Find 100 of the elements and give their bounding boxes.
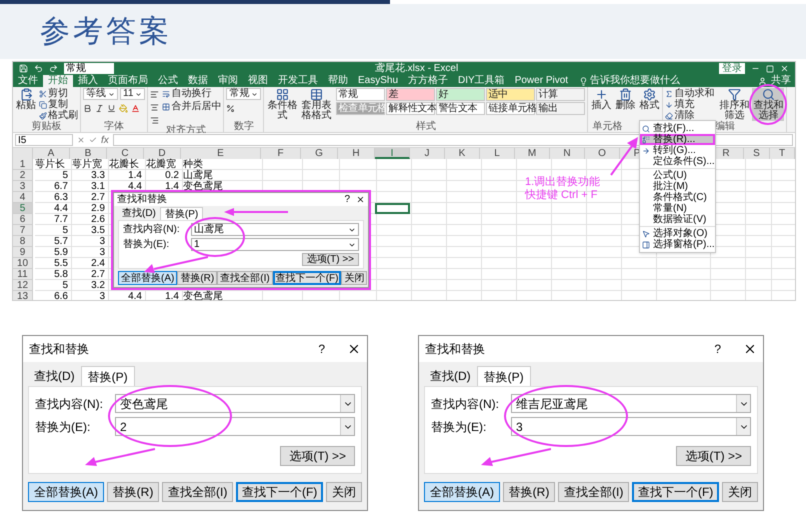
underline-icon[interactable] [107,104,116,113]
name-box[interactable]: I5 [15,134,73,146]
ribbon-tab[interactable]: 公式 [153,75,183,87]
dialog-button[interactable]: 替换(R) [177,271,218,285]
redo-icon[interactable] [49,64,58,73]
column-header[interactable]: J [410,148,445,159]
cell-style-swatch[interactable]: 计算 [536,88,586,101]
input-field[interactable]: 变色鸢尾 [115,394,355,413]
ribbon-button[interactable]: 自动求和 [665,88,714,99]
cell-style-swatch[interactable]: 适中 [486,88,536,101]
ribbon-tab[interactable]: 帮助 [323,75,353,87]
selected-cell[interactable] [375,203,410,214]
ribbon-tab[interactable]: 审阅 [213,75,243,87]
dropdown-button[interactable] [736,418,750,435]
bold-icon[interactable] [83,104,92,113]
ribbon-dropdown[interactable]: 等线 [83,88,118,100]
align-center-icon[interactable] [150,103,160,112]
dialog-button[interactable]: 全部替换(A) [424,482,500,502]
tell-me-field[interactable]: 告诉我你想要做什么 [590,75,758,87]
font-color-icon[interactable] [131,104,140,113]
ribbon-button[interactable]: 查找和选择 [752,88,784,121]
ribbon-button[interactable]: 粘贴 [15,88,37,111]
ribbon-dropdown[interactable]: 11 [120,88,146,100]
row-header[interactable]: 11 [13,269,33,280]
ribbon-tab[interactable]: Power Pivot [510,75,574,87]
column-header[interactable]: T [770,148,795,159]
dialog-button[interactable]: 关闭 [341,271,368,285]
cancel-icon[interactable] [77,136,85,144]
dialog-tab[interactable]: 查找(D) [28,366,81,386]
cell-style-swatch[interactable]: 常规 [336,88,386,101]
cell-style-swatch[interactable]: 链接单元格 [486,102,536,115]
percent-icon[interactable] [226,104,236,113]
help-button[interactable]: ? [318,342,325,356]
dialog-button[interactable]: 关闭 [722,482,758,502]
align-right-icon[interactable] [150,116,160,125]
column-header[interactable]: M [515,148,550,159]
cell-style-swatch[interactable]: 好 [436,88,486,101]
ribbon-tab[interactable]: 数据 [183,75,213,87]
row-header[interactable]: 3 [13,181,33,192]
row-header[interactable]: 9 [13,247,33,258]
dropdown-button[interactable] [340,418,354,435]
ribbon-button[interactable]: 格式 [638,88,660,111]
ribbon-tab[interactable]: EasyShu [353,75,404,87]
row-header[interactable]: 1 [13,159,33,170]
align-left-icon[interactable] [150,90,160,99]
share-button[interactable]: 共享 [767,75,795,87]
dialog-tab[interactable]: 替换(P) [476,366,531,386]
column-header[interactable]: K [445,148,480,159]
column-header[interactable]: C [107,148,144,159]
ribbon-button[interactable]: 删除 [614,88,636,111]
menu-item[interactable]: 查找(F)... [640,123,715,134]
row-header[interactable]: 2 [13,170,33,181]
column-header[interactable]: S [744,148,770,159]
ribbon-tab[interactable]: 方方格子 [403,75,454,87]
check-icon[interactable] [89,136,97,144]
row-header[interactable]: 4 [13,192,33,203]
column-header[interactable]: O [585,148,620,159]
input-field[interactable]: 维吉尼亚鸢尾 [511,394,751,413]
ribbon-tab[interactable]: DIY工具箱 [453,75,510,87]
ribbon-button[interactable]: 合并后居中 [162,101,222,112]
quick-dropdown[interactable]: 常规 [64,63,114,74]
ribbon-button[interactable]: 格式刷 [39,110,78,121]
function-label[interactable]: fx [101,134,109,146]
input-field[interactable]: 3 [511,417,751,436]
column-header[interactable]: B [70,148,107,159]
italic-icon[interactable] [95,104,104,113]
menu-item[interactable]: 选择窗格(P)... [640,239,715,250]
ribbon-button[interactable]: 剪切 [39,88,78,99]
column-header[interactable]: N [550,148,585,159]
row-header[interactable]: 8 [13,236,33,247]
ribbon-tab[interactable]: 开始 [43,75,73,87]
menu-item[interactable]: 定位条件(S)... [640,156,715,167]
ribbon-button[interactable]: 排序和筛选 [718,88,750,121]
menu-item[interactable]: 常量(N) [640,203,715,214]
dialog-tab[interactable]: 替换(P) [80,366,135,386]
column-header[interactable]: E [181,148,261,159]
ribbon-button[interactable]: 清除 [665,110,714,121]
ribbon-dropdown[interactable]: 常规 [226,88,262,100]
dropdown-button[interactable] [736,395,750,412]
column-header[interactable]: L [480,148,515,159]
input-field[interactable]: 山鸢尾 [191,223,359,236]
row-header[interactable]: 6 [13,214,33,225]
column-header[interactable]: F [261,148,301,159]
options-button[interactable]: 选项(T) >> [302,253,359,266]
close-icon[interactable] [356,195,365,204]
cell-style-swatch[interactable]: 解释性文本 [386,102,436,115]
dialog-button[interactable]: 替换(R) [502,482,556,502]
menu-item[interactable]: 数据验证(V) [640,214,715,225]
help-button[interactable]: ? [344,194,350,205]
dialog-tab[interactable]: 查找(D) [118,207,160,220]
dialog-button[interactable]: 查找下一个(F) [632,482,720,502]
dialog-button[interactable]: 查找下一个(F) [236,482,324,502]
maximize-icon[interactable] [766,64,774,72]
sign-in-button[interactable]: 登录 [719,63,745,74]
menu-item[interactable]: 选择对象(O) [640,228,715,239]
ribbon-tab[interactable]: 文件 [13,75,43,87]
ribbon-button[interactable]: 插入 [590,88,612,111]
dialog-button[interactable]: 全部替换(A) [28,482,104,502]
column-header[interactable]: A [33,148,70,159]
dialog-button[interactable]: 关闭 [326,482,362,502]
